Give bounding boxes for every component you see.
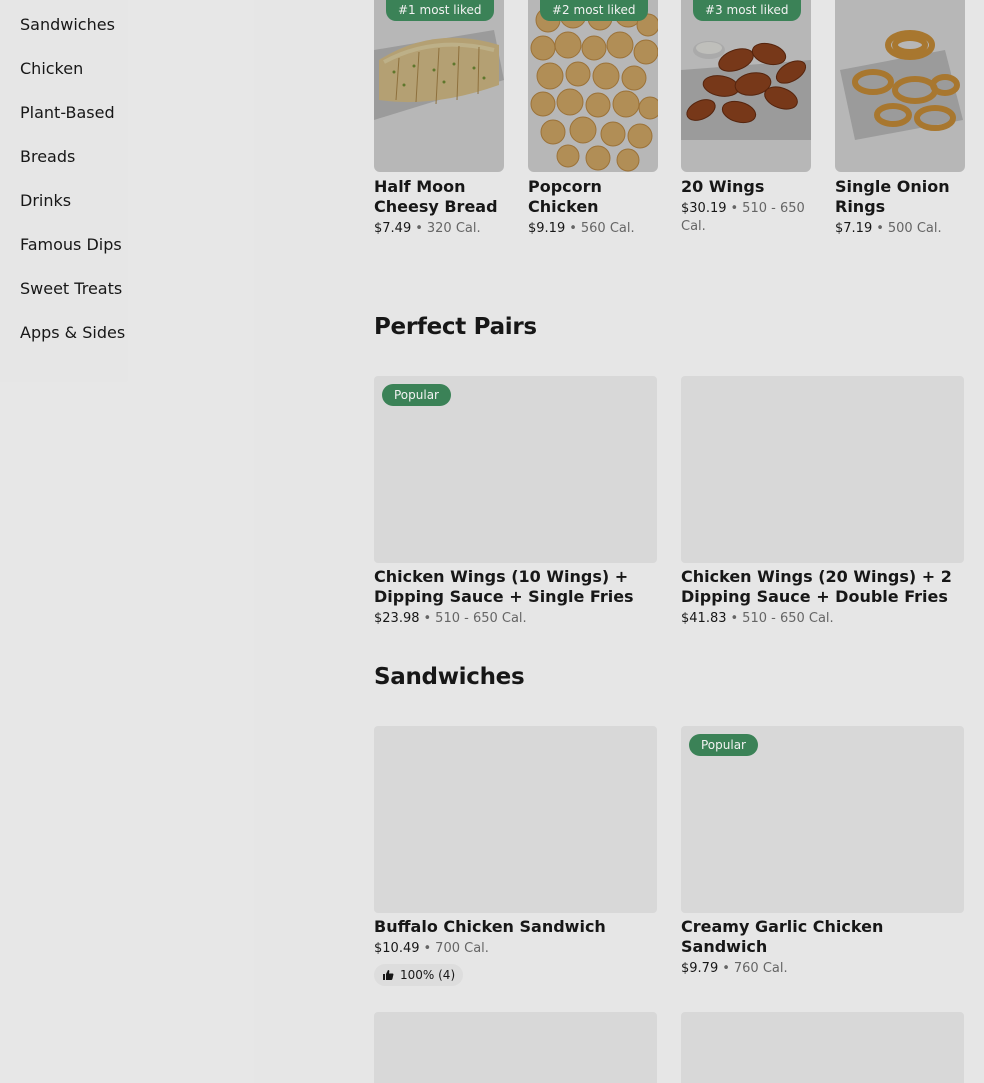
- item-price: $10.49: [374, 941, 420, 956]
- item-calories: 560 Cal.: [580, 221, 635, 236]
- sidebar-item-sweet-treats[interactable]: Sweet Treats: [20, 279, 122, 299]
- item-image-placeholder: [681, 1012, 964, 1083]
- section-title-perfect-pairs: Perfect Pairs: [374, 314, 537, 340]
- popcorn-chicken-image: [528, 0, 658, 172]
- item-price: $41.83: [681, 611, 727, 626]
- menu-item-card[interactable]: Buffalo Chicken Sandwich $10.49 • 700 Cal.…: [374, 726, 657, 986]
- popular-badge: Popular: [689, 734, 758, 756]
- item-price: $9.79: [681, 961, 719, 976]
- menu-item-card[interactable]: #1 most liked Half Moon Cheesy Bread $7.…: [374, 0, 504, 236]
- item-calories: 320 Cal.: [426, 221, 481, 236]
- item-image: #3 most liked: [681, 0, 811, 172]
- item-price: $30.19: [681, 201, 727, 216]
- item-price: $23.98: [374, 611, 420, 626]
- sidebar-item-drinks[interactable]: Drinks: [20, 191, 71, 211]
- section-title-sandwiches: Sandwiches: [374, 664, 525, 690]
- most-liked-badge: #3 most liked: [693, 0, 801, 21]
- cheesy-bread-image: [374, 0, 504, 172]
- menu-item-card[interactable]: [374, 1012, 657, 1083]
- item-calories: 700 Cal.: [435, 941, 489, 956]
- item-image-placeholder: [374, 1012, 657, 1083]
- most-liked-badge: #2 most liked: [540, 0, 648, 21]
- sidebar-item-plant-based[interactable]: Plant-Based: [20, 103, 115, 123]
- sidebar-item-chicken[interactable]: Chicken: [20, 59, 83, 79]
- item-name: 20 Wings: [681, 177, 765, 196]
- item-name: Chicken Wings (20 Wings) + 2 Dipping Sau…: [681, 567, 952, 606]
- item-name: Chicken Wings (10 Wings) + Dipping Sauce…: [374, 567, 634, 606]
- item-calories: 510 - 650 Cal.: [435, 611, 527, 626]
- menu-item-card[interactable]: [681, 1012, 964, 1083]
- popular-badge: Popular: [382, 384, 451, 406]
- item-image-placeholder: Popular: [681, 726, 964, 913]
- menu-item-card[interactable]: Popular Creamy Garlic Chicken Sandwich $…: [681, 726, 964, 978]
- item-calories: 500 Cal.: [887, 221, 942, 236]
- sidebar-item-sandwiches[interactable]: Sandwiches: [20, 15, 115, 35]
- item-price: $9.19: [528, 221, 566, 236]
- sidebar-item-famous-dips[interactable]: Famous Dips: [20, 235, 122, 255]
- item-price: $7.19: [835, 221, 873, 236]
- item-image-placeholder: Popular: [374, 376, 657, 563]
- rating-badge: 100% (4): [374, 964, 464, 986]
- rating-text: 100% (4): [400, 968, 456, 982]
- thumbs-up-icon: [383, 970, 394, 980]
- wings-image: [681, 0, 811, 172]
- most-liked-badge: #1 most liked: [386, 0, 494, 21]
- sidebar-item-apps-sides[interactable]: Apps & Sides: [20, 323, 125, 343]
- menu-item-card[interactable]: Single Onion Rings $7.19 • 500 Cal.: [835, 0, 965, 236]
- item-name: Buffalo Chicken Sandwich: [374, 917, 606, 936]
- item-image: #1 most liked: [374, 0, 504, 172]
- item-image-placeholder: [374, 726, 657, 913]
- menu-item-card[interactable]: Popular Chicken Wings (10 Wings) + Dippi…: [374, 376, 657, 628]
- item-name: Single Onion Rings: [835, 177, 950, 216]
- sidebar-item-breads[interactable]: Breads: [20, 147, 75, 167]
- menu-item-card[interactable]: #2 most liked Popcorn Chicken $9.19 • 560 …: [528, 0, 658, 236]
- menu-item-card[interactable]: Chicken Wings (20 Wings) + 2 Dipping Sau…: [681, 376, 964, 628]
- item-image-placeholder: [681, 376, 964, 563]
- item-image: #2 most liked: [528, 0, 658, 172]
- item-calories: 510 - 650 Cal.: [742, 611, 834, 626]
- item-name: Popcorn Chicken: [528, 177, 602, 216]
- item-calories: 760 Cal.: [733, 961, 788, 976]
- menu-item-card[interactable]: #3 most liked 20 Wings $30.19 • 510 - 650 …: [681, 0, 811, 234]
- onion-rings-image: [835, 0, 965, 172]
- item-price: $7.49: [374, 221, 412, 236]
- item-name: Creamy Garlic Chicken Sandwich: [681, 917, 884, 956]
- item-image: [835, 0, 965, 172]
- item-name: Half Moon Cheesy Bread: [374, 177, 498, 216]
